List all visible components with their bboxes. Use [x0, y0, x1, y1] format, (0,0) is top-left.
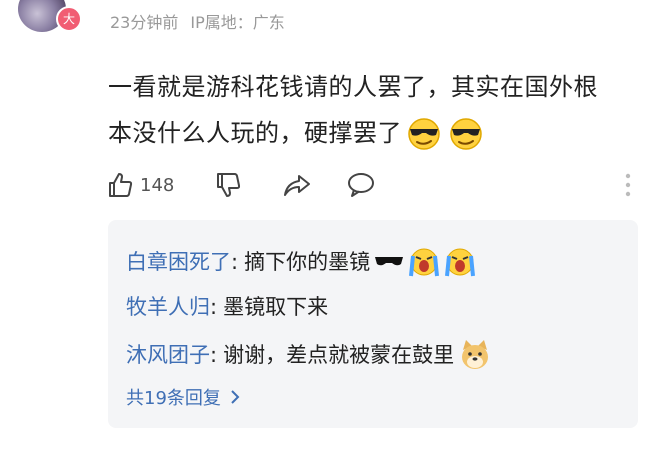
reply-author[interactable]: 沐风团子: [126, 340, 210, 370]
more-options-button[interactable]: [624, 172, 632, 202]
like-button[interactable]: 148: [106, 168, 174, 202]
thumbs-up-icon: [109, 173, 133, 197]
doge-face-icon: [462, 340, 489, 369]
reply-item[interactable]: 沐风团子: 谢谢，差点就被蒙在鼓里: [126, 338, 492, 372]
reply-text: 摘下你的墨镜: [244, 250, 371, 274]
reply-colon: :: [231, 250, 239, 274]
avatar-group[interactable]: 大: [18, 0, 82, 32]
share-button[interactable]: [282, 168, 312, 202]
comment-text-line-2: 本没什么人玩的，硬撑罢了: [108, 110, 628, 156]
view-all-replies-link[interactable]: 共19条回复: [126, 384, 243, 410]
thumbs-down-icon: [217, 173, 241, 197]
dislike-button[interactable]: [214, 168, 242, 202]
comment-bubble-icon: [348, 173, 374, 197]
crying-face-icon: [409, 248, 440, 277]
reply-colon: :: [210, 295, 218, 319]
like-count: 148: [140, 174, 175, 196]
cool-sunglasses-emoji-icon: [408, 118, 440, 150]
sunglasses-icon: [375, 257, 404, 266]
comment-meta: 23分钟前 IP属地：广东: [110, 9, 285, 33]
cool-sunglasses-emoji-icon: [450, 118, 482, 150]
crying-face-icon: [445, 248, 476, 277]
comment-time: 23分钟前: [110, 13, 179, 32]
reply-item[interactable]: 白章困死了: 摘下你的墨镜: [126, 246, 476, 278]
ip-location: IP属地：广东: [190, 13, 285, 32]
view-all-replies-label: 共19条回复: [126, 388, 221, 409]
avatar-badge: 大: [56, 6, 82, 32]
reply-item[interactable]: 牧羊人归: 墨镜取下来: [126, 292, 328, 322]
comment-text: 一看就是游科花钱请的人罢了，其实在国外根 本没什么人玩的，硬撑罢了: [108, 64, 628, 156]
reply-text: 墨镜取下来: [223, 295, 329, 319]
more-vertical-icon: [625, 173, 631, 197]
reply-colon: :: [210, 343, 218, 367]
comment-actions: 148: [106, 168, 636, 202]
reply-button[interactable]: [346, 168, 376, 202]
reply-author[interactable]: 牧羊人归: [126, 292, 210, 322]
comment-text-line-1: 一看就是游科花钱请的人罢了，其实在国外根: [108, 73, 598, 101]
share-icon: [284, 175, 310, 196]
comment-text-line-2-text: 本没什么人玩的，硬撑罢了: [108, 119, 402, 147]
replies-panel: 白章困死了: 摘下你的墨镜 牧羊人归: 墨镜取下来 沐风团子: 谢谢，差点就被蒙在鼓里: [108, 220, 638, 428]
reply-author[interactable]: 白章困死了: [126, 247, 231, 277]
chevron-right-icon: [231, 390, 240, 404]
reply-text: 谢谢，差点就被蒙在鼓里: [223, 343, 455, 367]
